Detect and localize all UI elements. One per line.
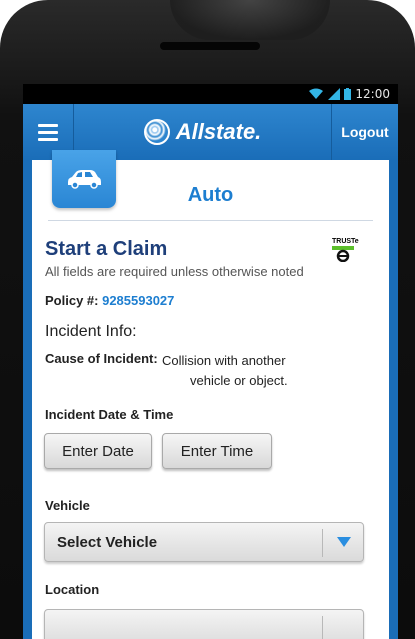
location-select[interactable] <box>44 609 364 639</box>
enter-time-button[interactable]: Enter Time <box>162 433 272 469</box>
phone-screen: 12:00 Allstate. Logout Auto Start a Clai… <box>23 84 398 639</box>
enter-date-button[interactable]: Enter Date <box>44 433 152 469</box>
truste-seal: TRUSTe <box>332 238 359 264</box>
status-time: 12:00 <box>355 87 390 101</box>
vehicle-label: Vehicle <box>45 498 90 513</box>
brand-name: Allstate. <box>175 119 262 144</box>
policy-label: Policy #: <box>45 293 99 308</box>
incident-datetime-label: Incident Date & Time <box>45 407 174 422</box>
required-fields-note: All fields are required unless otherwise… <box>45 264 304 279</box>
claim-card: Auto Start a Claim TRUSTe All fields are… <box>32 150 389 639</box>
cause-label: Cause of Incident: <box>45 351 158 366</box>
allstate-hands-icon <box>143 119 170 145</box>
main-content: Auto Start a Claim TRUSTe All fields are… <box>23 150 398 639</box>
phone-frame: 12:00 Allstate. Logout Auto Start a Clai… <box>0 0 415 639</box>
truste-seal-icon <box>332 246 354 263</box>
cause-value: Collision with another vehicle or object… <box>162 353 288 388</box>
policy-number: 9285593027 <box>102 293 175 308</box>
page-title: Start a Claim <box>45 238 168 260</box>
status-bar: 12:00 <box>23 84 398 104</box>
chevron-down-icon <box>337 537 351 547</box>
policy-number-row: Policy #: 9285593027 <box>45 293 174 308</box>
phone-speaker <box>160 42 260 50</box>
menu-icon <box>38 123 58 127</box>
signal-icon <box>328 88 341 100</box>
incident-info-heading: Incident Info: <box>45 323 137 340</box>
divider <box>48 220 373 221</box>
location-label: Location <box>45 582 100 597</box>
wifi-icon <box>309 88 324 99</box>
logout-button[interactable]: Logout <box>331 104 398 160</box>
battery-icon <box>344 88 352 100</box>
truste-label: TRUSTe <box>332 238 359 245</box>
vehicle-select[interactable]: Select Vehicle <box>44 522 364 562</box>
vehicle-select-value: Select Vehicle <box>57 534 158 551</box>
section-title: Auto <box>187 184 234 206</box>
brand-logo: Allstate. <box>74 119 331 145</box>
